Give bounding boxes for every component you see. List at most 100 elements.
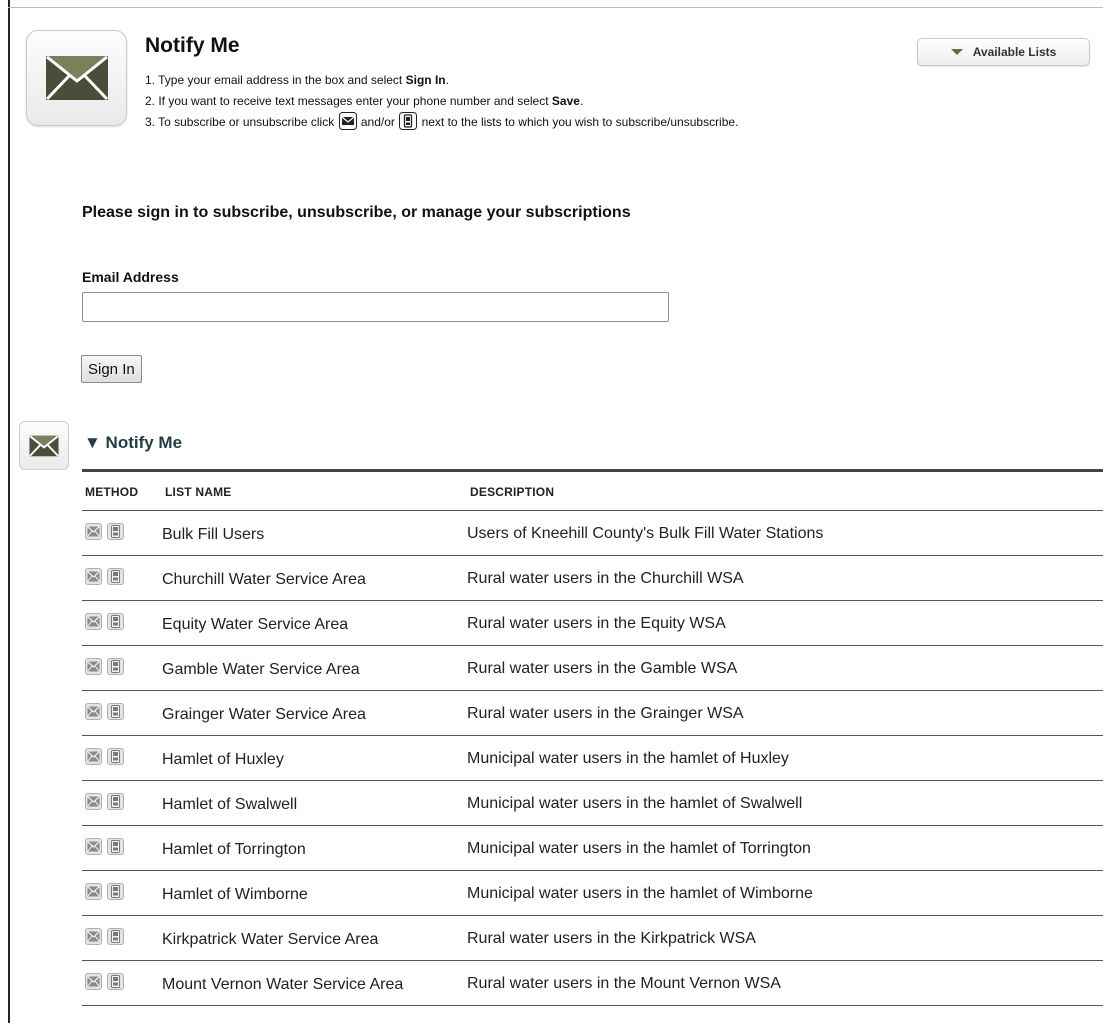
phone-subscribe-icon[interactable] bbox=[107, 522, 124, 540]
email-subscribe-icon[interactable] bbox=[85, 972, 102, 990]
step3-mid: and/or bbox=[357, 115, 399, 129]
description-cell: Rural water users in the Grainger WSA bbox=[467, 690, 1103, 736]
column-header-description: DESCRIPTION bbox=[467, 474, 1103, 511]
table-body: Bulk Fill Users Users of Kneehill County'… bbox=[82, 510, 1103, 1006]
list-description: Municipal water users in the hamlet of H… bbox=[467, 749, 789, 767]
email-subscribe-icon[interactable] bbox=[85, 837, 102, 855]
list-name-cell: Hamlet of Swalwell bbox=[162, 780, 467, 826]
method-icons bbox=[85, 747, 162, 765]
email-icon bbox=[338, 112, 357, 137]
signin-heading: Please sign in to subscribe, unsubscribe… bbox=[82, 204, 631, 221]
section-divider bbox=[82, 469, 1103, 472]
email-subscribe-icon[interactable] bbox=[85, 657, 102, 675]
email-input[interactable] bbox=[82, 292, 669, 322]
table-row: Hamlet of Torrington Municipal water user… bbox=[82, 825, 1103, 871]
left-border bbox=[8, 0, 10, 1023]
list-name: Hamlet of Torrington bbox=[162, 840, 306, 858]
list-name-cell: Gamble Water Service Area bbox=[162, 645, 467, 691]
description-cell: Rural water users in the Gamble WSA bbox=[467, 645, 1103, 691]
column-header-method: METHOD bbox=[82, 474, 162, 511]
email-subscribe-icon[interactable] bbox=[85, 612, 102, 630]
method-cell bbox=[82, 780, 162, 826]
list-description: Users of Kneehill County's Bulk Fill Wat… bbox=[467, 524, 824, 542]
email-subscribe-icon[interactable] bbox=[85, 567, 102, 585]
phone-subscribe-icon[interactable] bbox=[107, 927, 124, 945]
phone-subscribe-icon[interactable] bbox=[107, 747, 124, 765]
description-cell: Rural water users in the Churchill WSA bbox=[467, 555, 1103, 601]
subscription-table: METHOD LIST NAME DESCRIPTION Bulk Fill U… bbox=[82, 474, 1103, 1006]
instruction-step-1: 1. Type your email address in the box an… bbox=[145, 70, 738, 91]
method-icons bbox=[85, 972, 162, 990]
list-name-cell: Bulk Fill Users bbox=[162, 510, 467, 556]
list-name-cell: Churchill Water Service Area bbox=[162, 555, 467, 601]
method-cell bbox=[82, 510, 162, 556]
section-title-toggle[interactable]: ▼ Notify Me bbox=[84, 433, 182, 453]
phone-subscribe-icon[interactable] bbox=[107, 657, 124, 675]
table-header-row: METHOD LIST NAME DESCRIPTION bbox=[82, 474, 1103, 511]
list-name-cell: Kirkpatrick Water Service Area bbox=[162, 915, 467, 961]
method-cell bbox=[82, 735, 162, 781]
list-description: Municipal water users in the hamlet of S… bbox=[467, 794, 803, 812]
email-subscribe-icon[interactable] bbox=[85, 747, 102, 765]
method-icons bbox=[85, 567, 162, 585]
list-description: Rural water users in the Gamble WSA bbox=[467, 659, 738, 677]
method-cell bbox=[82, 690, 162, 736]
instruction-step-2: 2. If you want to receive text messages … bbox=[145, 91, 738, 112]
method-icons bbox=[85, 927, 162, 945]
method-icons bbox=[85, 612, 162, 630]
description-cell: Rural water users in the Equity WSA bbox=[467, 600, 1103, 646]
method-icons bbox=[85, 792, 162, 810]
email-subscribe-icon[interactable] bbox=[85, 702, 102, 720]
instructions: 1. Type your email address in the box an… bbox=[145, 70, 738, 137]
step1-bold: Sign In bbox=[405, 73, 446, 87]
step3-end: next to the lists to which you wish to s… bbox=[418, 115, 739, 129]
phone-subscribe-icon[interactable] bbox=[107, 612, 124, 630]
email-subscribe-icon[interactable] bbox=[85, 792, 102, 810]
sign-in-button[interactable]: Sign In bbox=[81, 355, 142, 383]
step2-text: 2. If you want to receive text messages … bbox=[145, 94, 552, 108]
email-label: Email Address bbox=[82, 269, 179, 285]
instruction-step-3: 3. To subscribe or unsubscribe click and… bbox=[145, 112, 738, 137]
list-description: Rural water users in the Mount Vernon WS… bbox=[467, 974, 781, 992]
list-name: Hamlet of Wimborne bbox=[162, 885, 308, 903]
table-row: Grainger Water Service Area Rural water u… bbox=[82, 690, 1103, 736]
phone-subscribe-icon[interactable] bbox=[107, 972, 124, 990]
list-name-cell: Grainger Water Service Area bbox=[162, 690, 467, 736]
method-cell bbox=[82, 870, 162, 916]
available-lists-label: Available Lists bbox=[972, 45, 1057, 59]
phone-subscribe-icon[interactable] bbox=[107, 837, 124, 855]
table-row: Bulk Fill Users Users of Kneehill County'… bbox=[82, 510, 1103, 556]
column-header-list-name: LIST NAME bbox=[162, 474, 467, 511]
description-cell: Rural water users in the Kirkpatrick WSA bbox=[467, 915, 1103, 961]
list-name-cell: Hamlet of Huxley bbox=[162, 735, 467, 781]
list-name: Hamlet of Huxley bbox=[162, 750, 284, 768]
list-name: Gamble Water Service Area bbox=[162, 660, 360, 678]
envelope-icon bbox=[19, 421, 69, 470]
list-description: Municipal water users in the hamlet of T… bbox=[467, 839, 811, 857]
step2-bold: Save bbox=[551, 94, 580, 108]
description-cell: Rural water users in the Mount Vernon WS… bbox=[467, 960, 1103, 1006]
list-description: Municipal water users in the hamlet of W… bbox=[467, 884, 813, 902]
phone-subscribe-icon[interactable] bbox=[107, 792, 124, 810]
email-subscribe-icon[interactable] bbox=[85, 927, 102, 945]
table-row: Churchill Water Service Area Rural water … bbox=[82, 555, 1103, 601]
phone-subscribe-icon[interactable] bbox=[107, 702, 124, 720]
table-row: Kirkpatrick Water Service Area Rural wate… bbox=[82, 915, 1103, 961]
list-name: Kirkpatrick Water Service Area bbox=[162, 930, 379, 948]
method-cell bbox=[82, 645, 162, 691]
phone-subscribe-icon[interactable] bbox=[107, 882, 124, 900]
table-row: Hamlet of Wimborne Municipal water users … bbox=[82, 870, 1103, 916]
list-name: Mount Vernon Water Service Area bbox=[162, 975, 404, 993]
step3-text: 3. To subscribe or unsubscribe click bbox=[145, 115, 338, 129]
method-cell bbox=[82, 960, 162, 1006]
phone-subscribe-icon[interactable] bbox=[107, 567, 124, 585]
description-cell: Municipal water users in the hamlet of S… bbox=[467, 780, 1103, 826]
available-lists-button[interactable]: Available Lists bbox=[917, 38, 1090, 66]
list-name: Hamlet of Swalwell bbox=[162, 795, 298, 813]
method-cell bbox=[82, 825, 162, 871]
list-description: Rural water users in the Equity WSA bbox=[467, 614, 726, 632]
phone-icon bbox=[399, 112, 418, 137]
email-subscribe-icon[interactable] bbox=[85, 882, 102, 900]
table-row: Gamble Water Service Area Rural water use… bbox=[82, 645, 1103, 691]
email-subscribe-icon[interactable] bbox=[85, 522, 102, 540]
